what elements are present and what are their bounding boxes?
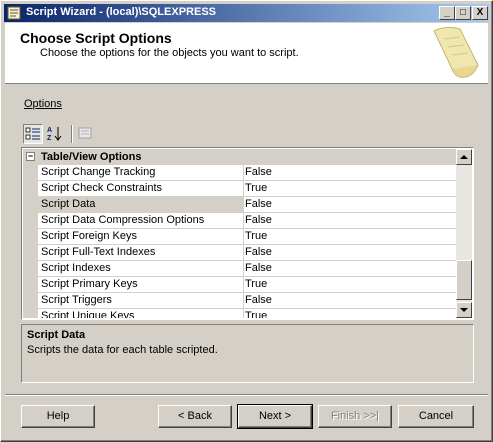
property-value[interactable]: True (242, 229, 456, 245)
row-margin (23, 261, 38, 277)
row-margin (23, 197, 38, 213)
property-name: Script Unique Keys (38, 309, 244, 318)
close-button[interactable]: X (472, 6, 488, 20)
property-value[interactable]: True (242, 309, 456, 318)
property-name: Script Check Constraints (38, 181, 244, 197)
property-value[interactable]: False (242, 165, 456, 181)
script-wizard-window: Script Wizard - (local)\SQLEXPRESS _ □ X… (0, 0, 493, 442)
row-margin (23, 277, 38, 293)
vertical-scrollbar[interactable] (456, 149, 472, 318)
property-row[interactable]: Script Data Compression Options False (23, 213, 456, 229)
property-row[interactable]: Script Full-Text Indexes False (23, 245, 456, 261)
property-value[interactable]: True (242, 277, 456, 293)
maximize-icon: □ (459, 7, 467, 18)
minimize-button[interactable]: _ (439, 6, 455, 20)
property-name: Script Foreign Keys (38, 229, 244, 245)
window-title: Script Wizard - (local)\SQLEXPRESS (26, 6, 216, 18)
row-margin (23, 293, 38, 309)
property-name: Script Data Compression Options (38, 213, 244, 229)
collapse-icon[interactable]: − (26, 152, 35, 161)
page-subtitle: Choose the options for the objects you w… (40, 47, 299, 59)
row-margin (23, 165, 38, 181)
back-button[interactable]: < Back (158, 405, 232, 428)
svg-text:Z: Z (47, 135, 52, 142)
finish-button[interactable]: Finish >>| (318, 405, 392, 428)
property-row[interactable]: Script Triggers False (23, 293, 456, 309)
row-margin (23, 309, 38, 318)
row-margin (23, 181, 38, 197)
property-row[interactable]: Script Check Constraints True (23, 181, 456, 197)
property-value[interactable]: False (242, 245, 456, 261)
property-row[interactable]: Script Primary Keys True (23, 277, 456, 293)
property-grid-rows: − Table/View Options Script Change Track… (23, 149, 456, 318)
property-grid-toolbar: A Z (21, 121, 474, 147)
title-bar[interactable]: Script Wizard - (local)\SQLEXPRESS _ □ X (4, 4, 489, 22)
scroll-up-button[interactable] (456, 149, 472, 165)
toolbar-separator (71, 125, 73, 143)
alphabetical-button[interactable]: A Z (46, 124, 66, 144)
property-pages-button[interactable] (76, 124, 96, 144)
svg-text:A: A (47, 127, 52, 134)
property-name: Script Triggers (38, 293, 244, 309)
property-value[interactable]: False (242, 213, 456, 229)
description-title: Script Data (27, 329, 86, 341)
property-value[interactable]: False (242, 261, 456, 277)
help-button[interactable]: Help (21, 405, 95, 428)
categorized-icon (25, 127, 40, 140)
property-row[interactable]: Script Foreign Keys True (23, 229, 456, 245)
wizard-header: Choose Script Options Choose the options… (5, 23, 488, 84)
property-value[interactable]: True (242, 181, 456, 197)
description-panel: Script Data Scripts the data for each ta… (21, 324, 474, 383)
next-button[interactable]: Next > (237, 404, 313, 429)
property-value[interactable]: False (242, 197, 456, 213)
description-text: Scripts the data for each table scripted… (27, 344, 218, 356)
alphabetical-icon: A Z (47, 127, 62, 142)
property-name: Script Full-Text Indexes (38, 245, 244, 261)
property-grid[interactable]: − Table/View Options Script Change Track… (21, 147, 474, 320)
property-row-selected[interactable]: Script Data False (23, 197, 456, 213)
row-margin (23, 245, 38, 261)
page-title: Choose Script Options (20, 30, 172, 46)
minimize-icon: _ (444, 7, 450, 18)
arrow-up-icon (460, 155, 468, 159)
categorized-button[interactable] (23, 124, 43, 144)
property-name: Script Data (38, 197, 244, 213)
property-value[interactable]: False (242, 293, 456, 309)
row-margin (23, 213, 38, 229)
property-name: Script Change Tracking (38, 165, 244, 181)
property-row[interactable]: Script Unique Keys True (23, 309, 456, 318)
scroll-thumb[interactable] (456, 260, 472, 300)
close-icon: X (476, 7, 484, 18)
property-row[interactable]: Script Indexes False (23, 261, 456, 277)
app-icon (7, 6, 21, 20)
category-table-view-options[interactable]: − Table/View Options (23, 149, 456, 165)
maximize-button[interactable]: □ (455, 6, 471, 20)
property-name: Script Primary Keys (38, 277, 244, 293)
cancel-button[interactable]: Cancel (398, 405, 474, 428)
category-label: Table/View Options (41, 151, 142, 163)
options-label: Options (24, 98, 62, 110)
property-row[interactable]: Script Change Tracking False (23, 165, 456, 181)
footer-divider (5, 394, 488, 396)
scroll-icon (433, 26, 479, 78)
row-margin (23, 229, 38, 245)
property-name: Script Indexes (38, 261, 244, 277)
arrow-down-icon (460, 308, 468, 312)
property-pages-icon (78, 127, 92, 139)
scroll-down-button[interactable] (456, 302, 472, 318)
